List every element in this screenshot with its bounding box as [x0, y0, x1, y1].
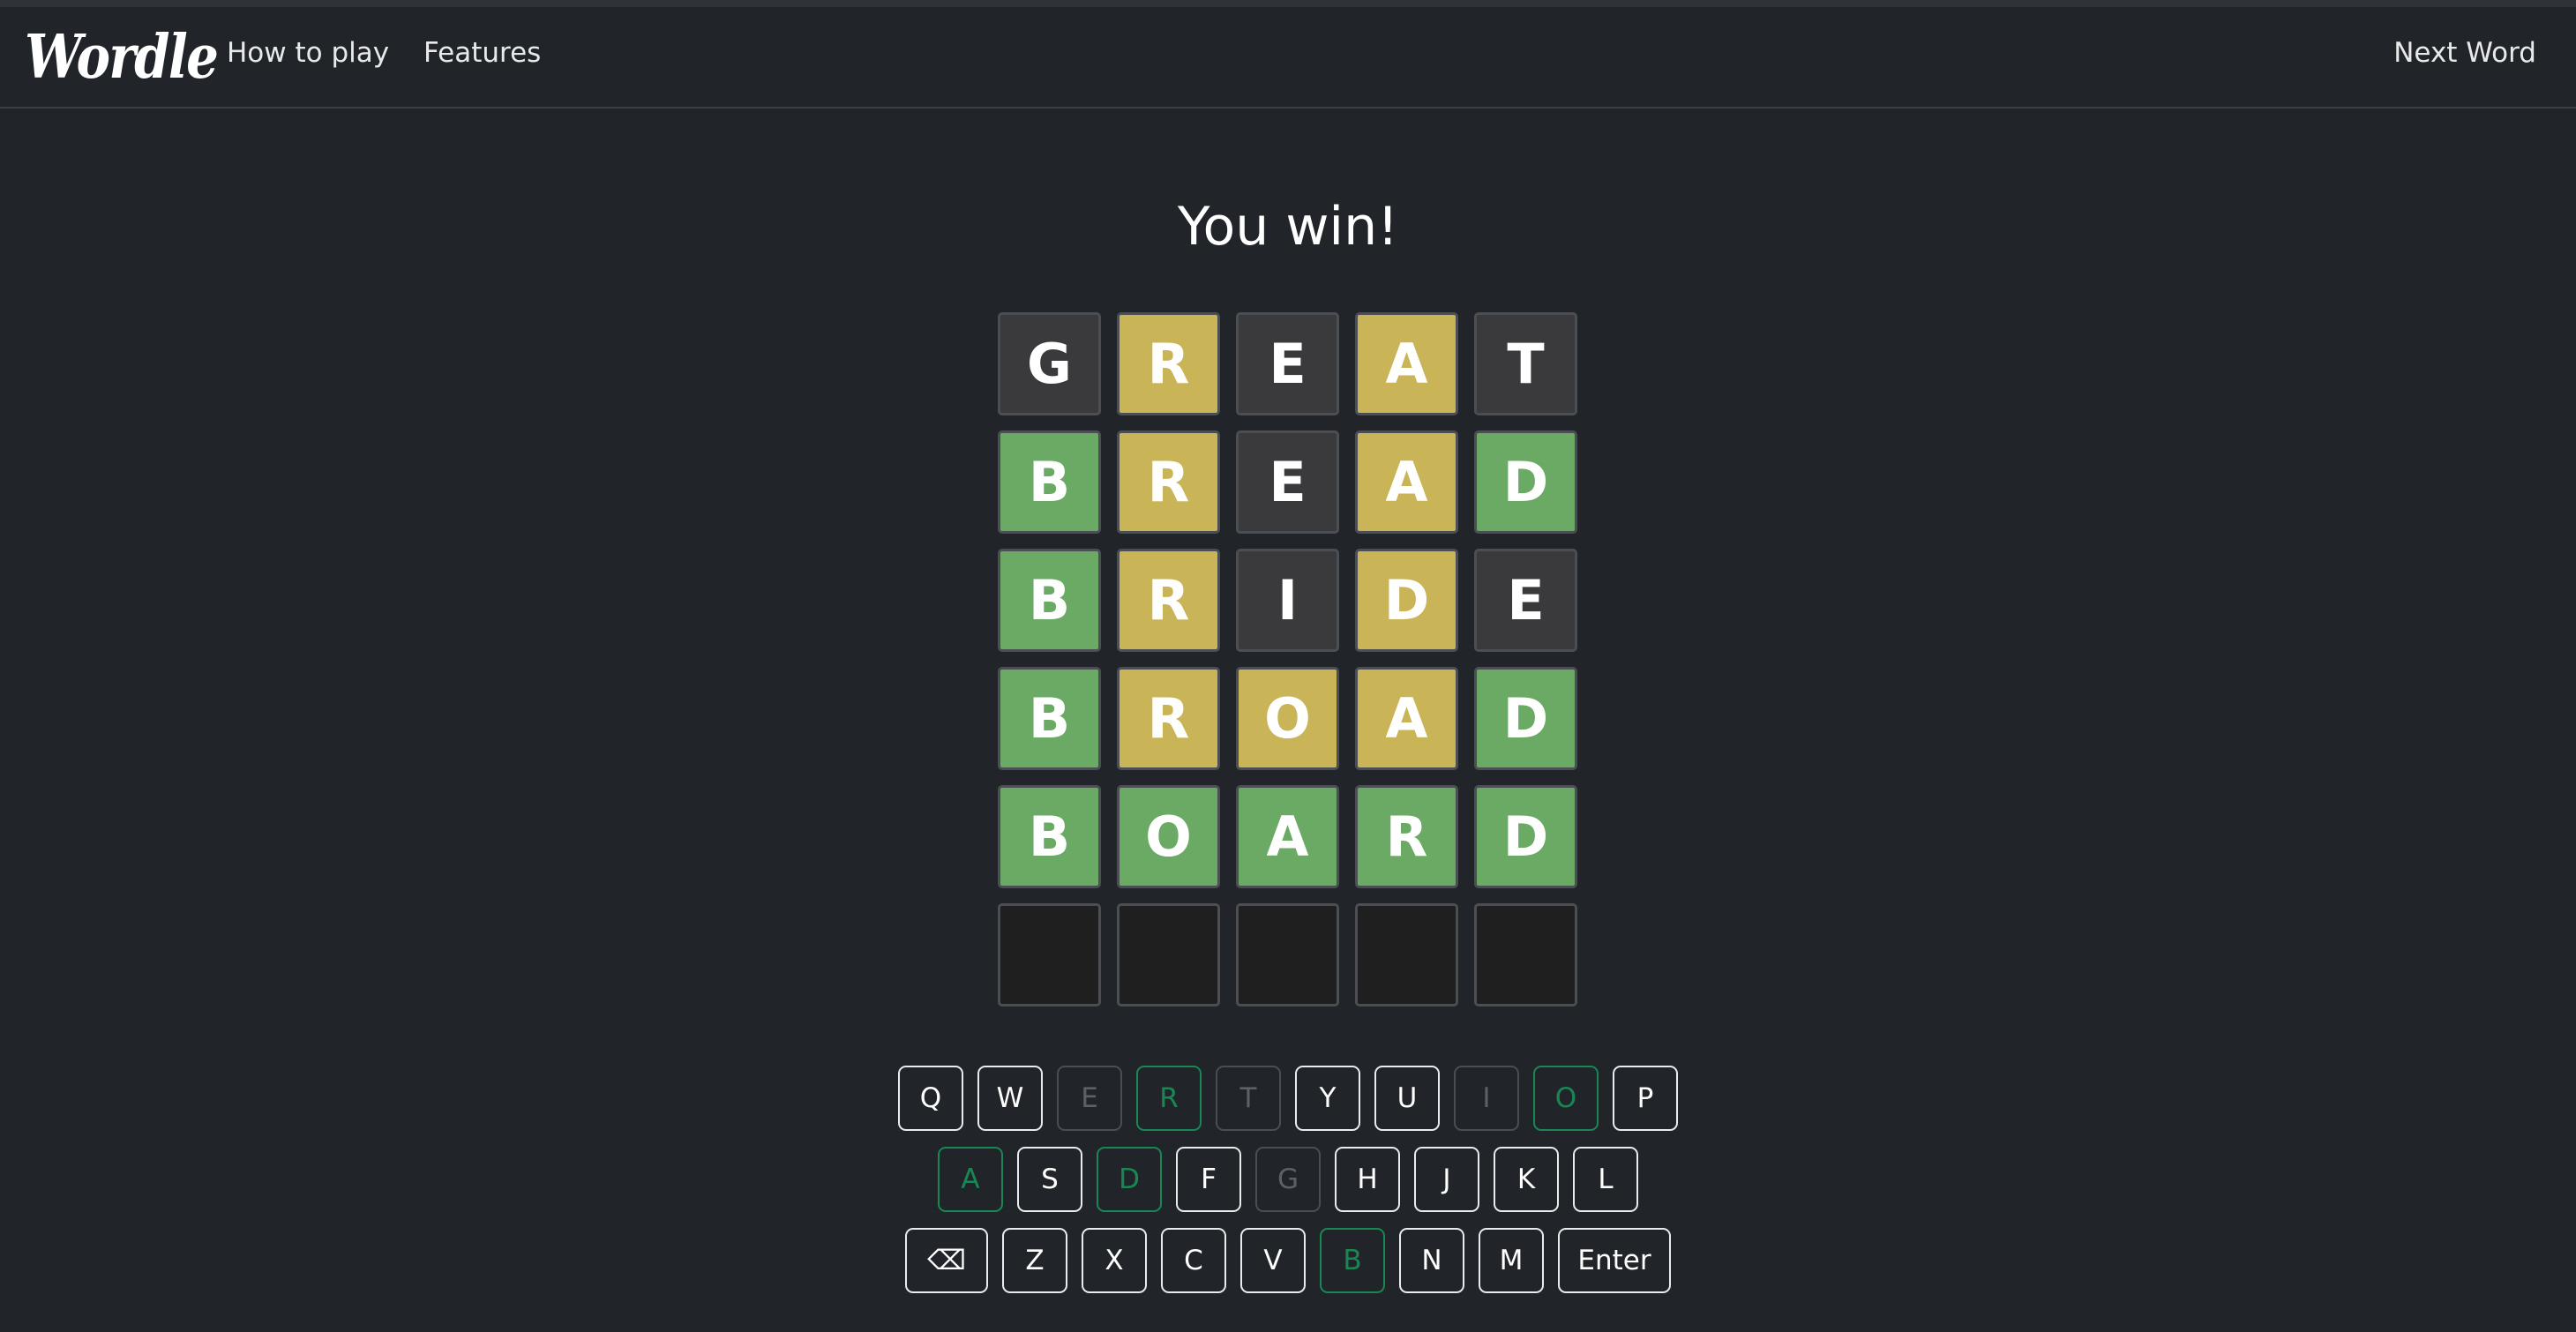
- board-tile: [1117, 903, 1220, 1006]
- key-o[interactable]: O: [1533, 1066, 1599, 1131]
- board-tile: A: [1355, 667, 1458, 770]
- key-f[interactable]: F: [1176, 1147, 1241, 1212]
- board-tile: E: [1474, 549, 1577, 652]
- board-tile: O: [1236, 667, 1339, 770]
- on-screen-keyboard: Q W E R T Y U I O P A S D F G H J K L ⌫ Z X C V B N M Enter: [0, 1066, 2576, 1309]
- status-message: You win!: [1177, 196, 1399, 258]
- top-edge: [0, 0, 2576, 7]
- key-m[interactable]: M: [1479, 1228, 1544, 1293]
- keyboard-row: ⌫ Z X C V B N M Enter: [0, 1228, 2576, 1293]
- board-tile: B: [998, 667, 1101, 770]
- board-tile: I: [1236, 549, 1339, 652]
- board-tile: B: [998, 785, 1101, 888]
- keyboard-row: ASDFGHJKL: [0, 1147, 2576, 1212]
- board-tile: G: [998, 312, 1101, 415]
- key-u[interactable]: U: [1374, 1066, 1440, 1131]
- key-a[interactable]: A: [938, 1147, 1003, 1212]
- key-v[interactable]: V: [1240, 1228, 1306, 1293]
- board-tile: R: [1355, 785, 1458, 888]
- board-tile: [1355, 903, 1458, 1006]
- key-s[interactable]: S: [1017, 1147, 1082, 1212]
- board-tile: A: [1355, 312, 1458, 415]
- game-board: GREATBREADBRIDEBROADBOARD: [998, 312, 1584, 1021]
- board-row: [998, 903, 1584, 1006]
- board-tile: A: [1355, 430, 1458, 534]
- board-tile: [1474, 903, 1577, 1006]
- key-i[interactable]: I: [1454, 1066, 1519, 1131]
- key-p[interactable]: P: [1613, 1066, 1678, 1131]
- board-row: BRIDE: [998, 549, 1584, 652]
- key-x[interactable]: X: [1082, 1228, 1147, 1293]
- board-tile: R: [1117, 667, 1220, 770]
- board-tile: A: [1236, 785, 1339, 888]
- board-tile: E: [1236, 430, 1339, 534]
- board-tile: R: [1117, 549, 1220, 652]
- board-row: BREAD: [998, 430, 1584, 534]
- board-tile: R: [1117, 430, 1220, 534]
- key-e[interactable]: E: [1057, 1066, 1122, 1131]
- key-l[interactable]: L: [1573, 1147, 1638, 1212]
- board-tile: D: [1474, 785, 1577, 888]
- board-tile: [998, 903, 1101, 1006]
- board-tile: B: [998, 430, 1101, 534]
- board-tile: D: [1355, 549, 1458, 652]
- key-q[interactable]: Q: [898, 1066, 963, 1131]
- key-n[interactable]: N: [1399, 1228, 1464, 1293]
- key-b[interactable]: B: [1320, 1228, 1385, 1293]
- keyboard-row: QWERTYUIOP: [0, 1066, 2576, 1131]
- board-tile: T: [1474, 312, 1577, 415]
- board-tile: D: [1474, 667, 1577, 770]
- board-tile: O: [1117, 785, 1220, 888]
- key-w[interactable]: W: [977, 1066, 1043, 1131]
- nav-features[interactable]: Features: [423, 34, 541, 72]
- board-tile: E: [1236, 312, 1339, 415]
- brand-logo[interactable]: Wordle: [25, 16, 219, 100]
- key-j[interactable]: J: [1414, 1147, 1479, 1212]
- backspace-key[interactable]: ⌫: [905, 1228, 988, 1293]
- board-tile: D: [1474, 430, 1577, 534]
- key-z[interactable]: Z: [1002, 1228, 1067, 1293]
- key-h[interactable]: H: [1335, 1147, 1400, 1212]
- nav-how-to-play[interactable]: How to play: [227, 34, 389, 72]
- key-y[interactable]: Y: [1295, 1066, 1360, 1131]
- key-c[interactable]: C: [1161, 1228, 1226, 1293]
- key-d[interactable]: D: [1097, 1147, 1162, 1212]
- board-row: BROAD: [998, 667, 1584, 770]
- board-row: BOARD: [998, 785, 1584, 888]
- key-r[interactable]: R: [1136, 1066, 1202, 1131]
- key-k[interactable]: K: [1494, 1147, 1559, 1212]
- next-word-link[interactable]: Next Word: [2393, 34, 2536, 72]
- key-g[interactable]: G: [1255, 1147, 1321, 1212]
- enter-key[interactable]: Enter: [1558, 1228, 1671, 1293]
- navbar: Wordle How to play Features Next Word: [0, 7, 2576, 109]
- board-tile: B: [998, 549, 1101, 652]
- board-tile: [1236, 903, 1339, 1006]
- board-tile: R: [1117, 312, 1220, 415]
- key-t[interactable]: T: [1216, 1066, 1281, 1131]
- board-row: GREAT: [998, 312, 1584, 415]
